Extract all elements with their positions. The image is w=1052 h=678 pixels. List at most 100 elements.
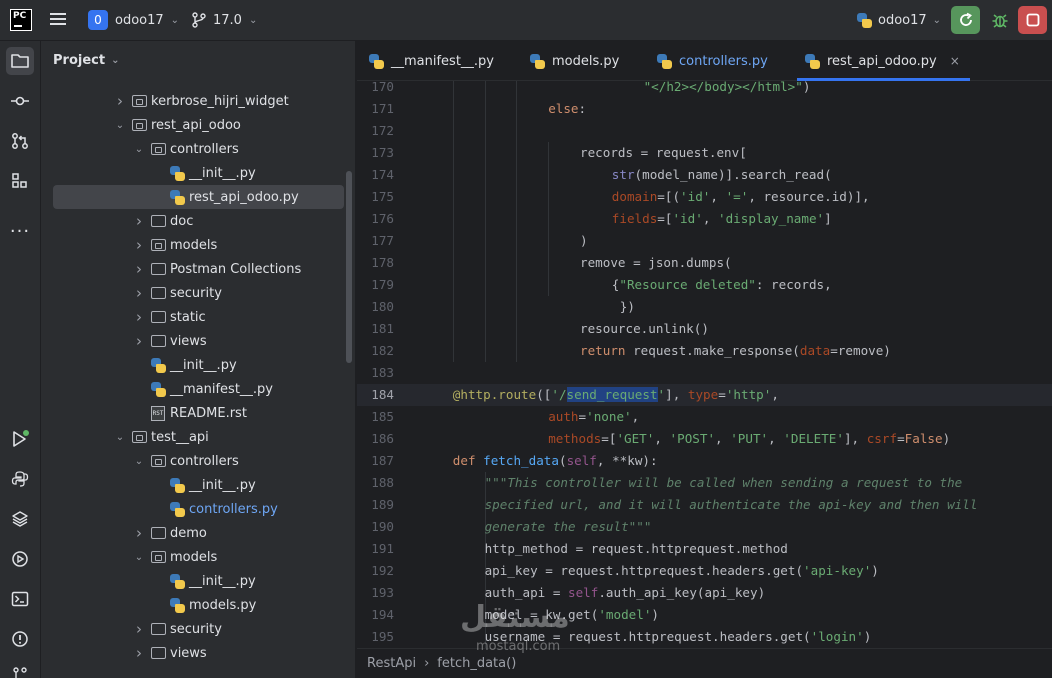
tree-folder-row[interactable]: › Postman Collections [41, 257, 356, 281]
commit-tool-button[interactable] [6, 87, 34, 115]
chevron-down-icon[interactable]: ⌄ [113, 432, 127, 443]
git-tool-button[interactable] [6, 661, 34, 678]
line-number[interactable]: 187 [357, 450, 394, 472]
structure-tool-button[interactable] [6, 167, 34, 195]
chevron-down-icon[interactable]: ⌄ [132, 552, 146, 563]
chevron-right-icon[interactable]: › [132, 644, 146, 662]
tree-folder-row[interactable]: › security [41, 281, 356, 305]
tree-file-row[interactable]: rest_api_odoo.py [53, 185, 344, 209]
chevron-down-icon[interactable]: ⌄ [113, 120, 127, 131]
breadcrumb-function[interactable]: fetch_data() [437, 656, 516, 671]
debug-button[interactable] [988, 8, 1012, 32]
tree-folder-row[interactable]: › static [41, 305, 356, 329]
line-number[interactable]: 191 [357, 538, 394, 560]
code-token: str [611, 167, 635, 182]
tree-folder-row[interactable]: › doc [41, 209, 356, 233]
line-number[interactable]: 183 [357, 362, 394, 384]
line-number[interactable]: 171 [357, 98, 394, 120]
more-icon[interactable]: ··· [6, 217, 34, 245]
branch-switcher[interactable]: 17.0 ⌄ [192, 9, 257, 31]
tree-folder-row[interactable]: › demo [41, 521, 356, 545]
run-config-selector[interactable]: odoo17 ⌄ [857, 9, 941, 31]
chevron-right-icon[interactable]: › [132, 524, 146, 542]
tree-file-row[interactable]: __init__.py [41, 161, 356, 185]
code-token: (model_name)].search_read( [634, 167, 832, 182]
line-number[interactable]: 192 [357, 560, 394, 582]
line-number[interactable]: 195 [357, 626, 394, 648]
line-number[interactable]: 178 [357, 252, 394, 274]
tab-rest-api-odoo-py[interactable]: rest_api_odoo.py × [797, 41, 970, 81]
line-number[interactable]: 186 [357, 428, 394, 450]
line-number[interactable]: 184 [357, 384, 394, 406]
chevron-right-icon[interactable]: › [132, 308, 146, 326]
tree-file-row[interactable]: __init__.py [41, 473, 356, 497]
line-number[interactable]: 181 [357, 318, 394, 340]
tree-folder-row[interactable]: ⌄ models [41, 545, 356, 569]
tree-file-row[interactable]: RST README.rst [41, 401, 356, 425]
rerun-button[interactable] [951, 6, 980, 34]
stop-button[interactable] [1018, 6, 1047, 34]
terminal-tool-button[interactable] [6, 585, 34, 613]
tree-folder-row[interactable]: › security [41, 617, 356, 641]
chevron-right-icon[interactable]: › [132, 620, 146, 638]
tab-models-py[interactable]: models.py [530, 41, 619, 81]
line-number[interactable]: 170 [357, 81, 394, 98]
chevron-right-icon[interactable]: › [113, 92, 127, 110]
tree-file-row[interactable]: controllers.py [41, 497, 356, 521]
line-number[interactable]: 188 [357, 472, 394, 494]
tree-folder-row[interactable]: › kerbrose_hijri_widget [41, 89, 356, 113]
breadcrumb-class[interactable]: RestApi [367, 656, 416, 671]
line-number[interactable]: 190 [357, 516, 394, 538]
project-switcher[interactable]: 0 odoo17 ⌄ [88, 9, 179, 31]
project-tool-button[interactable] [6, 47, 34, 75]
tree-file-row[interactable]: models.py [41, 593, 356, 617]
pull-requests-tool-button[interactable] [6, 127, 34, 155]
app-logo[interactable]: PC [10, 9, 32, 31]
code-token: auth [548, 409, 579, 424]
code-text: ) [580, 230, 588, 252]
line-number[interactable]: 174 [357, 164, 394, 186]
layers-tool-button[interactable] [6, 505, 34, 533]
line-number[interactable]: 176 [357, 208, 394, 230]
chevron-right-icon[interactable]: › [132, 284, 146, 302]
chevron-right-icon[interactable]: › [132, 332, 146, 350]
line-number[interactable]: 193 [357, 582, 394, 604]
tree-folder-row[interactable]: › views [41, 641, 356, 665]
line-number[interactable]: 177 [357, 230, 394, 252]
tree-folder-row[interactable]: › views [41, 329, 356, 353]
line-number[interactable]: 179 [357, 274, 394, 296]
line-number[interactable]: 173 [357, 142, 394, 164]
line-number[interactable]: 175 [357, 186, 394, 208]
tree-folder-row[interactable]: ⌄ rest_api_odoo [41, 113, 356, 137]
project-panel-header[interactable]: Project ⌄ [53, 53, 119, 68]
line-number[interactable]: 194 [357, 604, 394, 626]
close-icon[interactable]: × [950, 54, 960, 68]
chevron-down-icon[interactable]: ⌄ [132, 144, 146, 155]
tree-folder-row[interactable]: ⌄ test__api [41, 425, 356, 449]
tree-folder-row[interactable]: › models [41, 233, 356, 257]
line-number[interactable]: 182 [357, 340, 394, 362]
line-number[interactable]: 172 [357, 120, 394, 142]
line-number[interactable]: 189 [357, 494, 394, 516]
run-tool-button[interactable] [6, 425, 34, 453]
services-tool-button[interactable] [6, 545, 34, 573]
chevron-down-icon[interactable]: ⌄ [132, 456, 146, 467]
tree-file-row[interactable]: __manifest__.py [41, 377, 356, 401]
problems-tool-button[interactable] [6, 625, 34, 653]
line-number[interactable]: 180 [357, 296, 394, 318]
tree-file-row[interactable]: __init__.py [41, 353, 356, 377]
main-menu-icon[interactable] [48, 10, 68, 30]
tree-file-row[interactable]: __init__.py [41, 569, 356, 593]
project-tree-scrollbar[interactable] [346, 171, 352, 363]
python-console-tool-button[interactable] [6, 465, 34, 493]
chevron-right-icon[interactable]: › [132, 260, 146, 278]
chevron-right-icon[interactable]: › [132, 212, 146, 230]
tree-folder-row[interactable]: ⌄ controllers [41, 137, 356, 161]
tree-folder-row[interactable]: ⌄ controllers [41, 449, 356, 473]
chevron-right-icon[interactable]: › [132, 236, 146, 254]
line-number[interactable]: 185 [357, 406, 394, 428]
tab-controllers-py[interactable]: controllers.py [657, 41, 768, 81]
code-area[interactable]: 170 "</h2></body></html>") 171 else: 172 173 r… [357, 81, 1052, 648]
tab-manifest-py[interactable]: __manifest__.py [369, 41, 494, 81]
code-text: auth='none', [548, 406, 639, 428]
